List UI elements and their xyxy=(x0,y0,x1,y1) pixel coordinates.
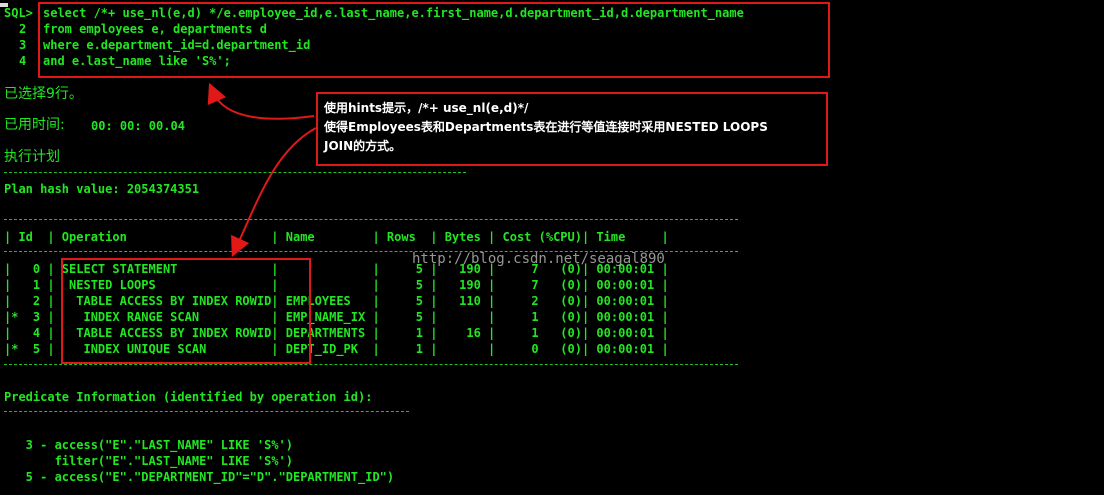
annotation-arrows xyxy=(207,82,317,258)
arrow-to-sql xyxy=(207,82,315,120)
arrow-to-operations xyxy=(231,127,317,258)
